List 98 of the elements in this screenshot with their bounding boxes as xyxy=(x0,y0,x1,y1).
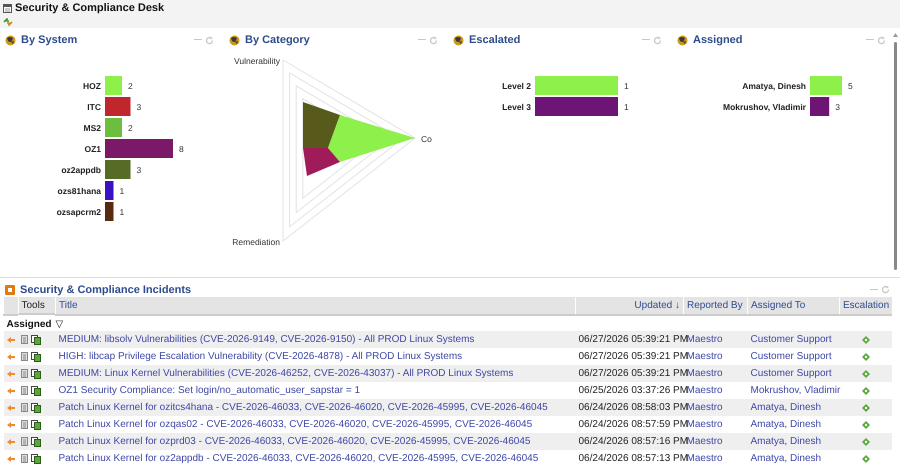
incident-title-link[interactable]: Patch Linux Kernel for ozprd03 - CVE-2026-46033, CVE-2026-46020, CVE-2026-45995, CVE-2026-46045 xyxy=(56,433,576,450)
column-header[interactable]: Updated ↓ xyxy=(576,297,684,315)
assignee-link[interactable]: Amatya, Dinesh xyxy=(748,450,840,465)
escalation-icon xyxy=(862,370,870,378)
incident-title-link[interactable]: Patch Linux Kernel for ozqas02 - CVE-2026-46033, CVE-2026-46020, CVE-2026-45995, CVE-2026-46045 xyxy=(56,416,576,433)
panel-title: By System xyxy=(21,34,78,46)
axis-label: Remediation xyxy=(232,237,280,247)
column-header[interactable]: Reported By xyxy=(684,297,748,315)
bar-label: ITC xyxy=(87,102,101,112)
value-label: 2 xyxy=(128,123,133,133)
assignee-link[interactable]: Mokrushov, Vladimir xyxy=(748,382,840,399)
refresh-icon[interactable] xyxy=(653,36,662,44)
value-label: 5 xyxy=(848,81,853,91)
escalation-icon xyxy=(862,336,870,344)
arrow-icon[interactable] xyxy=(6,438,14,444)
minimize-icon[interactable] xyxy=(194,39,202,41)
incident-title-link[interactable]: Patch Linux Kernel for oz2appdb - CVE-2026-46033, CVE-2026-46020, CVE-2026-45995, CVE-2026-46045 xyxy=(56,450,576,465)
value-label: 1 xyxy=(120,186,124,196)
bar-label: MS2 xyxy=(84,123,101,133)
globe-icon xyxy=(677,34,688,46)
column-header[interactable]: Title xyxy=(56,297,576,315)
incident-title-link[interactable]: OZ1 Security Compliance: Set login/no_automatic_user_sapstar = 1 xyxy=(56,382,576,399)
minimize-icon[interactable] xyxy=(870,288,878,290)
value-label: 1 xyxy=(624,81,629,91)
panel-title: Assigned xyxy=(693,34,744,46)
document-icon[interactable] xyxy=(20,403,28,412)
incident-icon xyxy=(5,284,15,294)
document-icon[interactable] xyxy=(20,369,28,378)
minimize-icon[interactable] xyxy=(642,39,650,41)
column-header[interactable]: Escalation xyxy=(840,297,892,315)
group-label: Assigned xyxy=(6,318,52,330)
arrow-icon[interactable] xyxy=(6,388,14,394)
sync-icon[interactable] xyxy=(3,18,13,26)
minimize-icon[interactable] xyxy=(418,39,426,41)
assignee-link[interactable]: Customer Support xyxy=(748,365,840,382)
bar-label: Mokrushov, Vladimir xyxy=(723,102,806,112)
refresh-icon[interactable] xyxy=(205,36,214,44)
value-label: 3 xyxy=(136,165,142,175)
bar-label: HOZ xyxy=(83,81,101,91)
escalation-icon xyxy=(862,454,870,462)
bar-label: ozs81hana xyxy=(58,186,101,196)
group-toggle[interactable]: ▽ xyxy=(56,318,64,330)
arrow-icon[interactable] xyxy=(6,404,14,410)
assignee-link[interactable]: Customer Support xyxy=(748,348,840,365)
bar-label: Level 3 xyxy=(502,102,531,112)
refresh-icon[interactable] xyxy=(877,36,886,44)
assignee-link[interactable]: Customer Support xyxy=(748,331,840,348)
document-icon[interactable] xyxy=(20,335,28,344)
incident-title-link[interactable]: HIGH: libcap Privilege Escalation Vulnerability (CVE-2026-4878) - All PROD Linux Systems xyxy=(56,348,576,365)
globe-icon xyxy=(5,34,16,46)
document-icon[interactable] xyxy=(20,386,28,395)
document-icon[interactable] xyxy=(20,437,28,446)
document-icon[interactable] xyxy=(20,420,28,429)
arrow-icon[interactable] xyxy=(6,370,14,376)
bar-label: OZ1 xyxy=(84,144,101,154)
value-label: 8 xyxy=(179,144,184,154)
globe-icon xyxy=(229,34,240,46)
panel-title: Escalated xyxy=(469,34,522,46)
bar-label: ozsapcrm2 xyxy=(56,207,101,217)
bar-label: Amatya, Dinesh xyxy=(742,81,806,91)
window-icon xyxy=(3,4,12,12)
bar-label: Level 2 xyxy=(502,81,531,91)
assignee-link[interactable]: Amatya, Dinesh xyxy=(748,433,840,450)
value-label: 1 xyxy=(120,207,124,217)
bar[interactable] xyxy=(810,97,830,116)
escalation-icon xyxy=(862,386,870,394)
escalation-icon xyxy=(862,438,870,446)
assignee-link[interactable]: Amatya, Dinesh xyxy=(748,399,840,416)
panel-title: By Category xyxy=(245,34,311,46)
document-icon[interactable] xyxy=(20,454,28,463)
document-icon[interactable] xyxy=(20,352,28,361)
incident-title-link[interactable]: Patch Linux Kernel for ozitcs4hana - CVE-2026-46033, CVE-2026-46020, CVE-2026-45995, CVE-2026-46045 xyxy=(56,399,576,416)
window-title: Security & Compliance Desk xyxy=(15,2,164,14)
arrow-icon[interactable] xyxy=(6,422,14,428)
bar-label: oz2appdb xyxy=(61,165,101,175)
escalation-icon xyxy=(862,352,870,360)
axis-label: Co xyxy=(421,134,432,144)
arrow-icon[interactable] xyxy=(6,354,14,360)
refresh-icon[interactable] xyxy=(429,36,438,44)
escalation-icon xyxy=(862,404,870,412)
incident-title-link[interactable]: MEDIUM: libsolv Vulnerabilities (CVE-2026-9149, CVE-2026-9150) - All PROD Linux Systems xyxy=(56,331,576,348)
refresh-icon[interactable] xyxy=(881,285,890,294)
arrow-icon[interactable] xyxy=(6,456,14,462)
column-header[interactable]: Tools xyxy=(18,297,55,315)
value-label: 3 xyxy=(136,102,142,112)
value-label: 1 xyxy=(624,102,629,112)
incident-title-link[interactable]: MEDIUM: Linux Kernel Vulnerabilities (CVE-2026-46252, CVE-2026-43037) - All PROD Linux Systems xyxy=(56,365,576,382)
minimize-icon[interactable] xyxy=(866,39,874,41)
arrow-icon[interactable] xyxy=(6,336,14,342)
value-label: 2 xyxy=(128,81,133,91)
globe-icon xyxy=(453,34,464,46)
column-header[interactable]: Assigned To xyxy=(748,297,840,315)
axis-label: Vulnerability xyxy=(234,56,280,66)
scrollbar[interactable] xyxy=(892,32,899,272)
assignee-link[interactable]: Amatya, Dinesh xyxy=(748,416,840,433)
value-label: 3 xyxy=(835,102,840,112)
panel-title: Security & Compliance Incidents xyxy=(20,284,192,296)
escalation-icon xyxy=(862,420,870,428)
